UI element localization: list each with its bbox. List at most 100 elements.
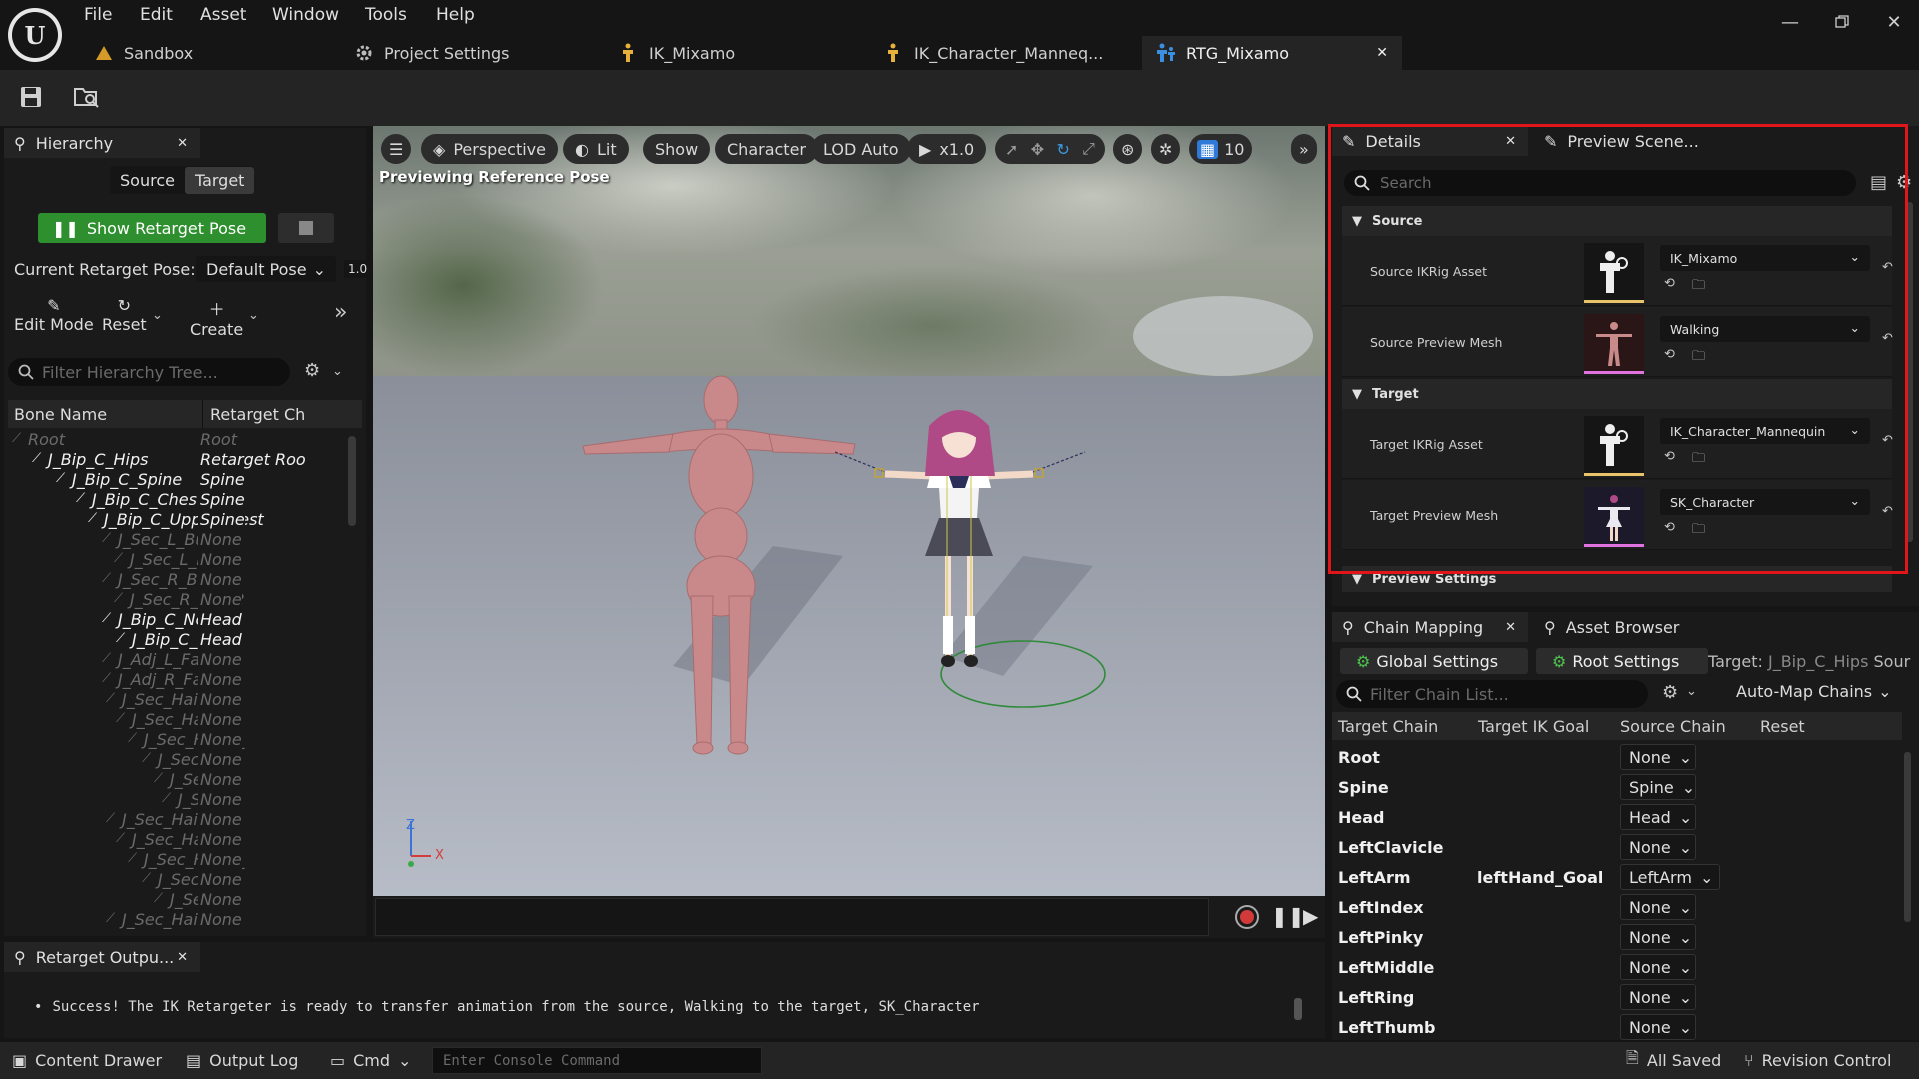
source-chain-dropdown[interactable]: Spine ⌄ xyxy=(1620,774,1696,800)
show-retarget-pose-button[interactable]: ❚❚ Show Retarget Pose xyxy=(38,213,266,243)
restore-icon[interactable] xyxy=(1822,8,1862,36)
close-tab-icon[interactable]: ✕ xyxy=(177,136,188,151)
tab-rtg-mixamo[interactable]: RTG_Mixamo ✕ xyxy=(1142,36,1402,70)
chain-row[interactable]: Head Head ⌄ xyxy=(1332,802,1902,832)
chain-row[interactable]: Spine Spine ⌄ xyxy=(1332,772,1902,802)
chain-row[interactable]: LeftPinky None ⌄ xyxy=(1332,922,1902,952)
perspective-button[interactable]: ◈ Perspective xyxy=(421,134,558,164)
chain-row[interactable]: LeftArm leftHand_Goal LeftArm ⌄ xyxy=(1332,862,1902,892)
character-button[interactable]: Character xyxy=(715,134,818,164)
filter-chain-input[interactable]: Filter Chain List... xyxy=(1336,680,1648,708)
global-settings-button[interactable]: ⚙ Global Settings xyxy=(1340,648,1528,674)
menu-window[interactable]: Window xyxy=(272,5,339,25)
bone-row[interactable]: ⟋ J_Sec_Hair1_03 None xyxy=(8,910,346,930)
source-chain-dropdown[interactable]: LeftArm ⌄ xyxy=(1620,864,1720,890)
bone-row[interactable]: ⟋ J_Bip_C_UpperChest Spine xyxy=(8,510,346,530)
tab-retarget-output[interactable]: ⚲ Retarget Outpu... ✕ xyxy=(4,942,200,972)
output-log-button[interactable]: ▤ Output Log xyxy=(186,1042,298,1079)
pose-blend-value[interactable]: 1.0 xyxy=(344,260,372,278)
gear-icon[interactable]: ⚙ xyxy=(304,360,320,381)
bone-row[interactable]: ⟋ J_Sec_Hair1_01 None xyxy=(8,690,346,710)
viewport[interactable]: Z X ☰ ◈ Perspective ◐ Lit Show Character… xyxy=(373,126,1325,896)
translate-icon[interactable]: ✥ xyxy=(1031,140,1044,159)
bone-row[interactable]: ⟋J_Sec_HNone xyxy=(8,790,346,810)
record-icon[interactable] xyxy=(1235,905,1259,929)
gear-icon[interactable]: ⚙ xyxy=(1662,682,1678,703)
pause-icon[interactable]: ❚❚ xyxy=(1271,904,1305,928)
source-chain-dropdown[interactable]: None ⌄ xyxy=(1620,744,1696,770)
tab-ik-mixamo[interactable]: IK_Mixamo xyxy=(605,36,860,70)
create-button[interactable]: ＋ Create xyxy=(190,296,243,339)
bone-row[interactable]: ⟋ J_Adj_R_FaceEy None xyxy=(8,670,346,690)
minimize-icon[interactable]: — xyxy=(1770,8,1810,36)
bone-row[interactable]: ⟋ Root Root xyxy=(8,430,346,450)
bone-row[interactable]: ⟋ J_Sec_Hair3_ None xyxy=(8,850,346,870)
menu-asset[interactable]: Asset xyxy=(200,5,246,25)
hierarchy-scrollbar[interactable] xyxy=(348,436,356,526)
world-space-icon[interactable]: ⊛ xyxy=(1113,134,1143,164)
close-window-icon[interactable]: ✕ xyxy=(1874,8,1914,36)
bone-row[interactable]: ⟋J_Sec_HaNone xyxy=(8,770,346,790)
bone-row[interactable]: ⟋J_Sec_HairNone xyxy=(8,870,346,890)
scale-icon[interactable]: ⤢ xyxy=(1082,139,1095,159)
bone-row[interactable]: ⟋J_Sec_HaNone xyxy=(8,890,346,910)
source-chain-dropdown[interactable]: None ⌄ xyxy=(1620,954,1696,980)
output-scrollbar[interactable] xyxy=(1294,998,1302,1020)
bone-row[interactable]: ⟋ J_Sec_L_Bust1 None xyxy=(8,530,346,550)
root-settings-button[interactable]: ⚙ Root Settings xyxy=(1536,648,1708,674)
bone-row[interactable]: ⟋ J_Bip_C_Hips Retarget Roo xyxy=(8,450,346,470)
bone-row[interactable]: ⟋ J_Sec_L_Bust2 None xyxy=(8,550,346,570)
tab-project-settings[interactable]: Project Settings xyxy=(340,36,590,70)
save-icon[interactable] xyxy=(20,86,42,108)
chevron-down-icon[interactable]: ⌄ xyxy=(248,308,259,323)
chain-row[interactable]: LeftIndex None ⌄ xyxy=(1332,892,1902,922)
step-forward-icon[interactable]: ▶ xyxy=(1303,904,1318,928)
col-retarget-chain[interactable]: Retarget Ch xyxy=(210,405,305,424)
filter-hierarchy-input[interactable]: Filter Hierarchy Tree... xyxy=(8,358,290,386)
close-tab-icon[interactable]: ✕ xyxy=(177,950,188,965)
bone-row[interactable]: ⟋ J_Bip_C_Chest Spine xyxy=(8,490,346,510)
menu-file[interactable]: File xyxy=(84,5,112,25)
bone-row[interactable]: ⟋ J_Sec_Hair2_0 None xyxy=(8,830,346,850)
close-tab-icon[interactable]: ✕ xyxy=(1505,620,1516,635)
revision-control-button[interactable]: ⑂ Revision Control xyxy=(1744,1042,1891,1079)
expand-viewport-icon[interactable]: » xyxy=(1291,134,1317,164)
grid-snap-button[interactable]: ▦ 10 xyxy=(1189,134,1253,164)
col-bone-name[interactable]: Bone Name xyxy=(14,405,107,424)
col-target-chain[interactable]: Target Chain xyxy=(1338,717,1438,736)
timeline-scrubber[interactable] xyxy=(375,898,1209,936)
source-chain-dropdown[interactable]: Head ⌄ xyxy=(1620,804,1696,830)
source-chain-dropdown[interactable]: None ⌄ xyxy=(1620,834,1696,860)
reset-button[interactable]: ↻ Reset xyxy=(102,296,147,334)
menu-edit[interactable]: Edit xyxy=(140,5,173,25)
chevron-down-icon[interactable]: ⌄ xyxy=(332,364,343,379)
bone-row[interactable]: ⟋ J_Bip_C_Head Head xyxy=(8,630,346,650)
tab-hierarchy[interactable]: ⚲ Hierarchy ✕ xyxy=(4,128,200,158)
lit-button[interactable]: ◐ Lit xyxy=(563,134,629,164)
lod-button[interactable]: LOD Auto xyxy=(811,134,911,164)
bone-row[interactable]: ⟋ J_Sec_Hair1_02 None xyxy=(8,810,346,830)
bone-row[interactable]: ⟋ J_Bip_C_Neck Head xyxy=(8,610,346,630)
source-toggle[interactable]: Source xyxy=(110,167,185,194)
bone-row[interactable]: ⟋ J_Sec_R_Bust1 None xyxy=(8,570,346,590)
col-source-chain[interactable]: Source Chain xyxy=(1620,717,1726,736)
col-target-ik-goal[interactable]: Target IK Goal xyxy=(1478,717,1589,736)
select-icon[interactable]: ➚ xyxy=(1005,140,1018,159)
menu-help[interactable]: Help xyxy=(436,5,475,25)
tab-chain-mapping[interactable]: ⚲ Chain Mapping ✕ xyxy=(1332,612,1528,642)
expand-toolbar-icon[interactable]: » xyxy=(334,300,347,325)
menu-tools[interactable]: Tools xyxy=(365,5,407,25)
source-chain-dropdown[interactable]: None ⌄ xyxy=(1620,894,1696,920)
tab-sandbox[interactable]: Sandbox xyxy=(80,36,330,70)
chain-row[interactable]: LeftRing None ⌄ xyxy=(1332,982,1902,1012)
chevron-down-icon[interactable]: ⌄ xyxy=(152,308,163,323)
console-command-input[interactable]: Enter Console Command xyxy=(432,1047,762,1074)
bone-row[interactable]: ⟋ J_Sec_Hair3_ None xyxy=(8,730,346,750)
retarget-pose-dropdown[interactable]: Default Pose ⌄ xyxy=(196,256,336,282)
chain-row[interactable]: Root None ⌄ xyxy=(1332,742,1902,772)
edit-mode-button[interactable]: ✎ Edit Mode xyxy=(14,296,94,334)
col-reset[interactable]: Reset xyxy=(1760,717,1805,736)
content-drawer-button[interactable]: ▣ Content Drawer xyxy=(12,1042,162,1079)
target-toggle[interactable]: Target xyxy=(184,166,255,194)
auto-map-chains-button[interactable]: Auto-Map Chains ⌄ xyxy=(1736,682,1892,701)
